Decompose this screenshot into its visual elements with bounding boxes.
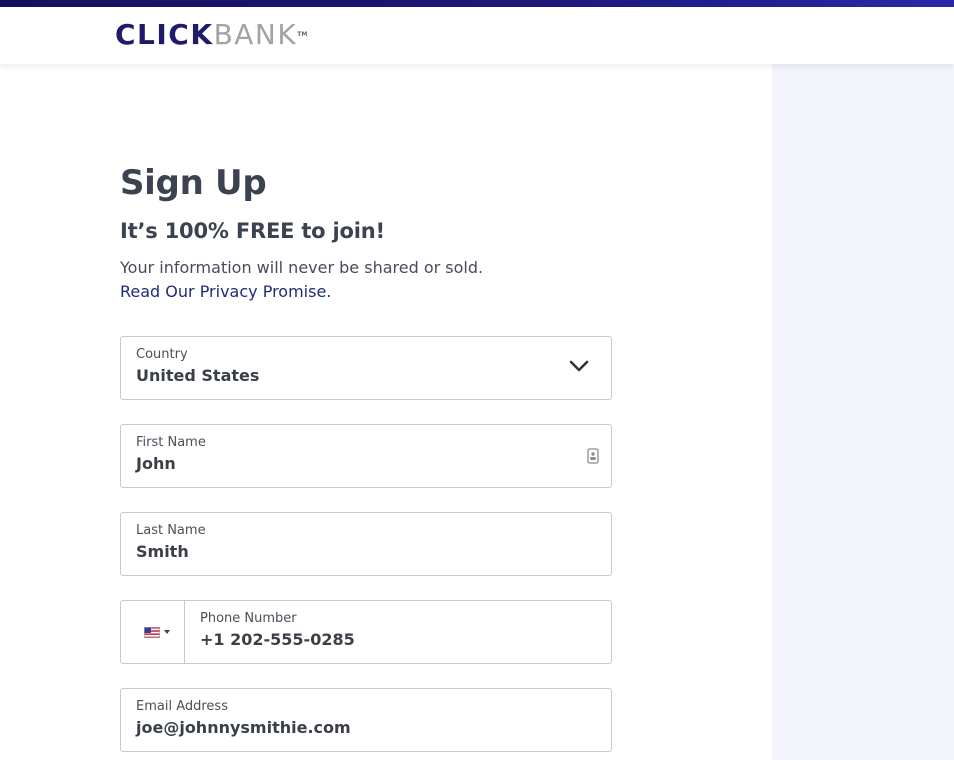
privacy-promise-link[interactable]: Read Our Privacy Promise. <box>120 282 331 301</box>
page-subtitle: It’s 100% FREE to join! <box>120 219 385 243</box>
country-label: Country <box>136 347 188 362</box>
caret-down-icon <box>164 630 170 634</box>
last-name-field[interactable]: Last Name Smith <box>120 512 612 576</box>
last-name-value: Smith <box>136 542 189 561</box>
header: CLICKBANKTM <box>0 7 954 64</box>
top-accent-bar <box>0 0 954 7</box>
contact-card-icon[interactable] <box>587 448 599 464</box>
logo-bank-text: BANK <box>213 18 298 51</box>
us-flag-icon <box>144 627 160 638</box>
country-select[interactable]: Country United States <box>120 336 612 400</box>
first-name-value: John <box>136 454 176 473</box>
logo-click-text: CLICK <box>115 18 214 51</box>
privacy-note: Your information will never be shared or… <box>120 258 484 277</box>
chevron-down-icon <box>569 360 589 372</box>
last-name-label: Last Name <box>136 523 206 538</box>
page-title: Sign Up <box>120 163 267 203</box>
email-field[interactable]: Email Address joe@johnnysmithie.com <box>120 688 612 752</box>
first-name-field[interactable]: First Name John <box>120 424 612 488</box>
side-panel <box>772 64 954 760</box>
email-value: joe@johnnysmithie.com <box>136 718 351 737</box>
first-name-label: First Name <box>136 435 206 450</box>
country-value: United States <box>136 366 260 385</box>
phone-label: Phone Number <box>200 611 297 626</box>
logo-tm-text: TM <box>297 31 308 38</box>
phone-field[interactable]: Phone Number +1 202-555-0285 <box>120 600 612 664</box>
country-code-selector[interactable] <box>121 601 185 663</box>
email-label: Email Address <box>136 699 228 714</box>
clickbank-logo[interactable]: CLICKBANKTM <box>115 19 307 51</box>
phone-value: +1 202-555-0285 <box>200 630 355 649</box>
